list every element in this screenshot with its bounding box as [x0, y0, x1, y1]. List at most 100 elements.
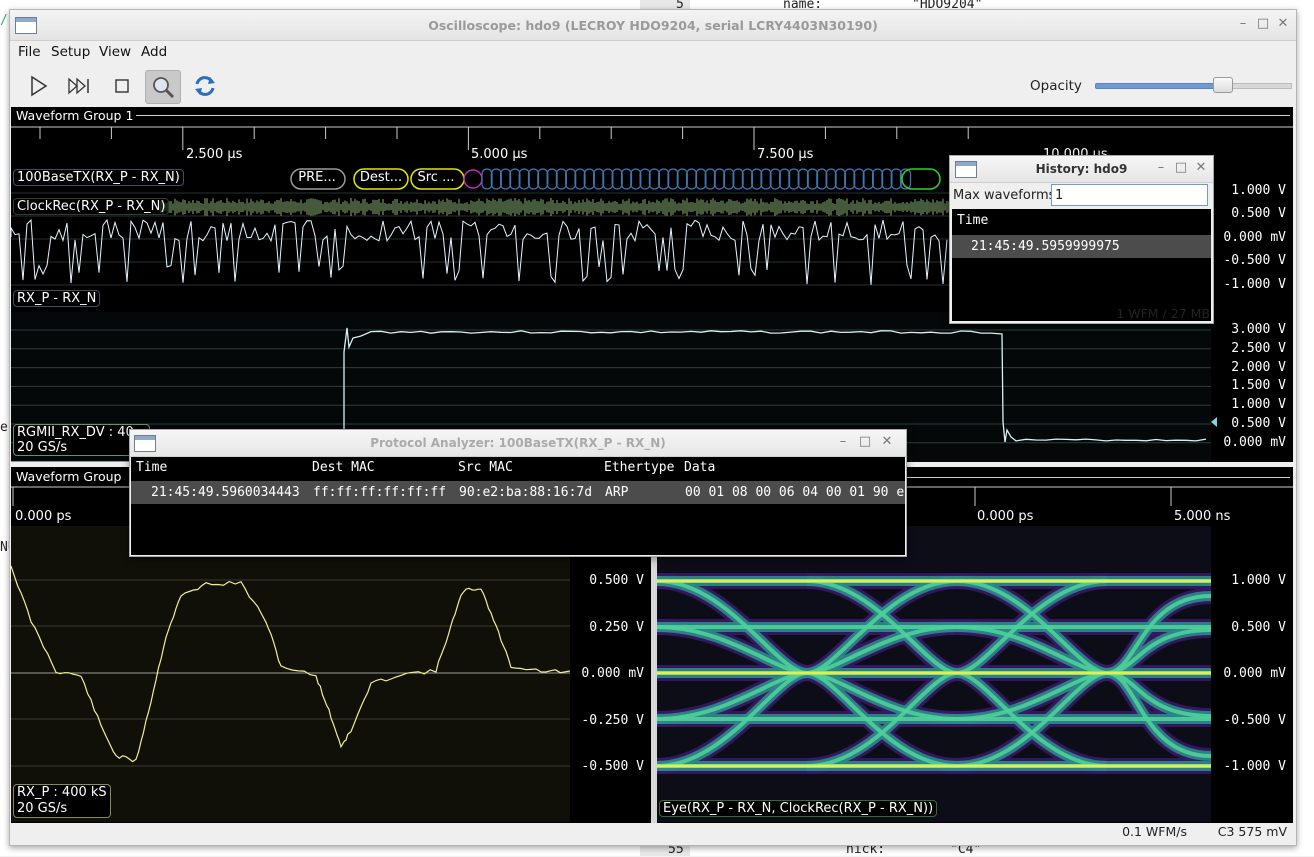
data-byte-bubble[interactable]: [862, 168, 874, 190]
menu-add[interactable]: Add: [141, 44, 167, 60]
protocol-close-button[interactable]: ✕: [879, 434, 895, 450]
clock-channel-label[interactable]: ClockRec(RX_P - RX_N): [13, 198, 170, 215]
data-byte-bubble[interactable]: [881, 168, 893, 190]
col-header-src-mac[interactable]: Src MAC: [458, 460, 513, 475]
data-byte-bubble[interactable]: [797, 168, 809, 190]
data-byte-bubble[interactable]: [834, 168, 847, 190]
max-waveforms-input[interactable]: 1: [1051, 184, 1208, 206]
close-button[interactable]: ✕: [1275, 16, 1291, 32]
history-close-button[interactable]: ✕: [1193, 160, 1209, 176]
packet-preamble[interactable]: PRE...: [293, 170, 341, 185]
data-byte-bubble[interactable]: [527, 168, 540, 190]
data-byte-bubble[interactable]: [620, 168, 633, 190]
history-time-header[interactable]: Time: [957, 213, 988, 228]
row-data: 00 01 08 00 06 04 00 01 90 e: [685, 485, 905, 500]
stop-button[interactable]: [105, 70, 139, 102]
col-header-data[interactable]: Data: [684, 460, 715, 475]
data-byte-bubble[interactable]: [685, 168, 698, 190]
data-byte-bubble[interactable]: [583, 168, 595, 190]
data-byte-bubble[interactable]: [574, 168, 586, 190]
data-byte-bubble[interactable]: [723, 168, 735, 190]
data-byte-bubble[interactable]: [732, 168, 744, 190]
data-byte-bubble[interactable]: [676, 168, 688, 190]
data-byte-bubble[interactable]: [648, 168, 661, 190]
data-byte-bubble[interactable]: [537, 168, 549, 190]
col-header-time[interactable]: Time: [136, 460, 167, 475]
data-byte-bubble[interactable]: [844, 168, 856, 190]
packet-dest[interactable]: Dest...: [356, 170, 406, 185]
refresh-button[interactable]: [188, 70, 222, 102]
data-byte-bubble[interactable]: [713, 168, 726, 190]
history-row[interactable]: 21:45:49.5959999975: [952, 235, 1211, 258]
data-byte-bubble[interactable]: [751, 168, 763, 190]
data-byte-bubble[interactable]: [778, 168, 791, 190]
protocol-channel-label[interactable]: 100BaseTX(RX_P - RX_N): [13, 169, 184, 186]
opacity-slider-handle[interactable]: [1213, 77, 1233, 93]
data-byte-bubble[interactable]: [667, 168, 679, 190]
data-byte-bubble[interactable]: [500, 168, 512, 190]
protocol-table[interactable]: Time Dest MAC Src MAC Ethertype Data 21:…: [131, 457, 905, 555]
history-maximize-button[interactable]: □: [1173, 160, 1189, 176]
data-byte-bubble[interactable]: [546, 168, 558, 190]
data-byte-bubble[interactable]: [630, 168, 642, 190]
data-byte-bubble[interactable]: [658, 168, 670, 190]
data-byte-bubble[interactable]: [871, 168, 884, 190]
menu-setup[interactable]: Setup: [51, 44, 90, 60]
data-byte-bubble[interactable]: [518, 168, 530, 190]
opacity-slider-rest: [1228, 83, 1292, 89]
trigger-level-marker[interactable]: [1211, 417, 1217, 427]
diff-channel-label[interactable]: RX_P - RX_N: [13, 290, 101, 307]
protocol-minimize-button[interactable]: –: [835, 434, 851, 450]
data-byte-bubble[interactable]: [602, 168, 614, 190]
data-byte-bubble[interactable]: [890, 168, 902, 190]
data-byte-bubble[interactable]: [509, 168, 521, 190]
data-byte-bubble[interactable]: [825, 168, 837, 190]
fcs-bubble[interactable]: [901, 168, 941, 190]
rxp-waveform-canvas[interactable]: [11, 526, 570, 822]
data-byte-bubble[interactable]: [611, 168, 623, 190]
single-trigger-button[interactable]: [62, 70, 96, 102]
history-minimize-button[interactable]: –: [1153, 160, 1169, 176]
data-byte-bubble[interactable]: [741, 168, 754, 190]
data-byte-bubble[interactable]: [565, 168, 577, 190]
menu-file[interactable]: File: [18, 44, 41, 60]
data-byte-bubble[interactable]: [639, 168, 651, 190]
group-1-label: Waveform Group 1: [13, 108, 137, 123]
data-byte-bubble[interactable]: [481, 168, 493, 190]
data-byte-bubble[interactable]: [760, 168, 772, 190]
eye-channel-label[interactable]: Eye(RX_P - RX_N, ClockRec(RX_P - RX_N)): [659, 800, 938, 817]
data-byte-bubble[interactable]: [490, 168, 502, 190]
maximize-button[interactable]: □: [1255, 16, 1271, 32]
history-titlebar[interactable]: History: hdo9 – □ ✕: [950, 156, 1213, 183]
data-byte-bubble[interactable]: [788, 168, 800, 190]
data-byte-bubble[interactable]: [806, 168, 819, 190]
data-byte-bubble[interactable]: [769, 168, 781, 190]
menu-view[interactable]: View: [99, 44, 131, 60]
data-byte-bubble[interactable]: [592, 168, 605, 190]
data-byte-bubble[interactable]: [555, 168, 568, 190]
upper-axis-label: -1.000 V: [1223, 276, 1286, 292]
data-byte-bubble[interactable]: [704, 168, 716, 190]
data-byte-bubble[interactable]: [695, 168, 707, 190]
data-byte-bubble[interactable]: [816, 168, 828, 190]
data-byte-bubble[interactable]: [853, 168, 865, 190]
minimize-button[interactable]: –: [1235, 16, 1251, 32]
col-header-dest-mac[interactable]: Dest MAC: [312, 460, 375, 475]
col-header-ethertype[interactable]: Ethertype: [604, 460, 674, 475]
rxp-channel-label[interactable]: RX_P : 400 kS 20 GS/s: [13, 784, 111, 818]
ethertype-bubble[interactable]: [463, 169, 483, 189]
zoom-fit-button[interactable]: [145, 70, 181, 104]
stop-icon: [115, 79, 129, 93]
play-button[interactable]: [20, 70, 54, 102]
eye-diagram-canvas[interactable]: [657, 526, 1211, 822]
packet-src[interactable]: Src ...: [412, 170, 460, 185]
rgmii-axis-label: 0.000 mV: [1223, 434, 1286, 450]
eye-time-tick-label: 0.000 ps: [977, 509, 1034, 524]
protocol-titlebar[interactable]: Protocol Analyzer: 100BaseTX(RX_P - RX_N…: [130, 430, 906, 457]
upper-waveform-canvas[interactable]: [11, 165, 951, 310]
protocol-row[interactable]: 21:45:49.5960034443 ff:ff:ff:ff:ff:ff 90…: [131, 481, 905, 504]
history-list[interactable]: Time 21:45:49.5959999975: [952, 209, 1211, 321]
window-title: Oscilloscope: hdo9 (LECROY HDO9204, seri…: [428, 18, 878, 33]
protocol-maximize-button[interactable]: □: [857, 434, 873, 450]
window-titlebar[interactable]: Oscilloscope: hdo9 (LECROY HDO9204, seri…: [10, 10, 1296, 41]
